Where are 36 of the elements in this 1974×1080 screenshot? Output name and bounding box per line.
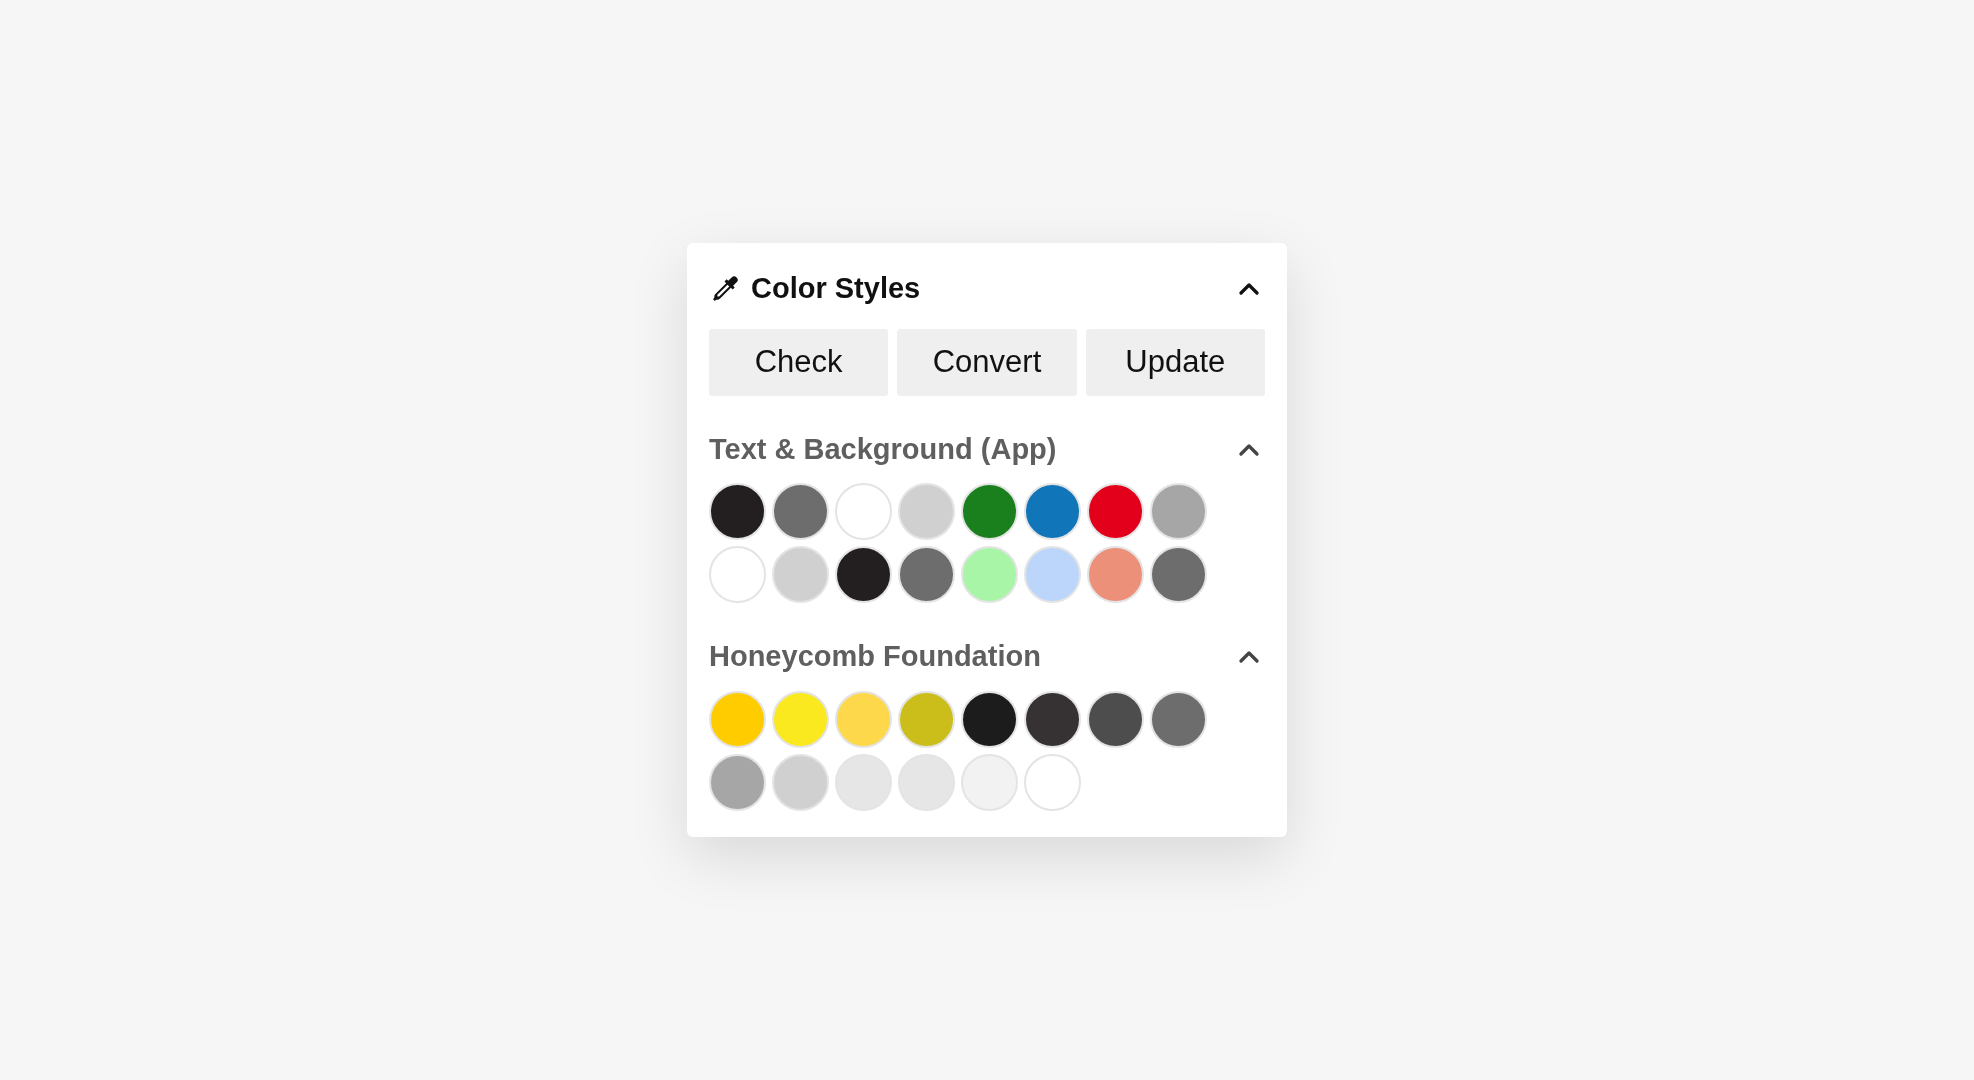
color-swatch[interactable] — [709, 483, 766, 541]
color-swatch[interactable] — [835, 483, 892, 541]
section-title: Text & Background (App) — [709, 431, 1057, 467]
color-swatch[interactable] — [1150, 483, 1207, 541]
color-swatch[interactable] — [772, 753, 829, 811]
color-swatch[interactable] — [1024, 753, 1081, 811]
section-title: Honeycomb Foundation — [709, 639, 1041, 675]
color-swatch[interactable] — [1024, 483, 1081, 541]
color-swatch[interactable] — [1087, 483, 1144, 541]
color-swatch[interactable] — [1024, 546, 1081, 604]
color-swatch[interactable] — [1024, 690, 1081, 748]
color-swatch[interactable] — [898, 753, 955, 811]
color-swatch[interactable] — [1087, 546, 1144, 604]
color-swatch[interactable] — [898, 483, 955, 541]
color-swatch[interactable] — [772, 546, 829, 604]
color-swatch[interactable] — [835, 690, 892, 748]
color-swatch[interactable] — [835, 753, 892, 811]
color-swatch[interactable] — [961, 483, 1018, 541]
color-swatch[interactable] — [898, 690, 955, 748]
color-swatch[interactable] — [961, 546, 1018, 604]
color-swatch[interactable] — [1150, 690, 1207, 748]
color-swatch[interactable] — [772, 483, 829, 541]
action-button[interactable]: Check — [709, 328, 889, 396]
color-swatch[interactable] — [898, 546, 955, 604]
color-swatch[interactable] — [709, 753, 766, 811]
color-swatch[interactable] — [835, 546, 892, 604]
color-swatch[interactable] — [709, 546, 766, 604]
panel-title: Color Styles — [751, 271, 921, 307]
color-swatch[interactable] — [1150, 546, 1207, 604]
color-swatch[interactable] — [772, 690, 829, 748]
action-button[interactable]: Update — [1085, 328, 1265, 396]
color-swatch[interactable] — [961, 753, 1018, 811]
action-button[interactable]: Convert — [897, 328, 1077, 396]
color-swatch[interactable] — [961, 690, 1018, 748]
color-swatch[interactable] — [709, 690, 766, 748]
color-swatch[interactable] — [1087, 690, 1144, 748]
